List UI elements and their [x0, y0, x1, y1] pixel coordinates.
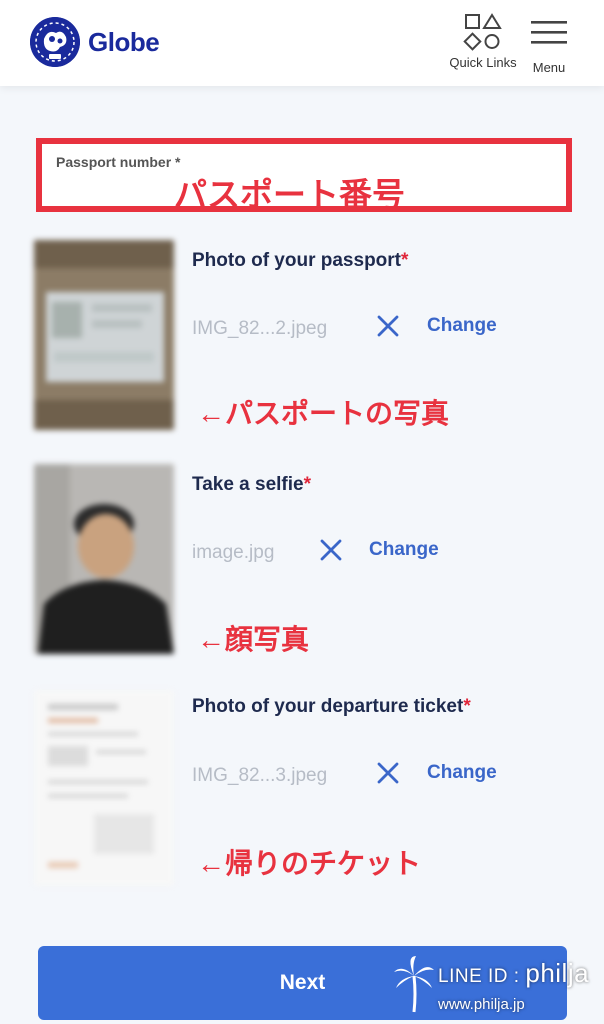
- globe-logo-icon[interactable]: [30, 17, 80, 67]
- watermark: LINE ID : philja www.philja.jp: [392, 952, 598, 1022]
- selfie-title: Take a selfie*: [192, 474, 312, 495]
- departure-ticket-title: Photo of your departure ticket*: [192, 696, 471, 717]
- remove-selfie-icon[interactable]: [318, 537, 344, 563]
- palm-tree-icon: [394, 956, 434, 1013]
- change-selfie-button[interactable]: Change: [369, 539, 439, 561]
- passport-photo-thumbnail: [34, 240, 174, 430]
- quick-links-label: Quick Links: [449, 55, 517, 70]
- passport-photo-title: Photo of your passport*: [192, 250, 409, 271]
- passport-photo-annotation: ←パスポートの写真: [197, 398, 450, 429]
- passport-number-annotation: パスポート番号: [174, 176, 405, 213]
- brand-name[interactable]: Globe: [88, 27, 160, 58]
- watermark-line-id: LINE ID : philja: [438, 958, 590, 988]
- change-passport-photo-button[interactable]: Change: [427, 315, 497, 337]
- selfie-annotation: ←顔写真: [197, 624, 310, 655]
- departure-ticket-filename: IMG_82...3.jpeg: [192, 765, 328, 786]
- quick-links-button[interactable]: Quick Links: [446, 12, 520, 74]
- menu-label: Menu: [532, 60, 566, 75]
- quick-links-icon: [463, 13, 502, 51]
- header: Globe Quick Links Menu: [0, 0, 604, 86]
- menu-button[interactable]: Menu: [525, 12, 573, 75]
- passport-number-label: Passport number *: [56, 154, 181, 170]
- departure-ticket-thumbnail: [34, 690, 174, 886]
- watermark-url: www.philja.jp: [438, 996, 525, 1013]
- remove-departure-ticket-icon[interactable]: [375, 760, 401, 786]
- selfie-thumbnail: [34, 464, 174, 654]
- remove-passport-photo-icon[interactable]: [375, 313, 401, 339]
- hamburger-menu-icon: [531, 21, 567, 44]
- change-departure-ticket-button[interactable]: Change: [427, 762, 497, 784]
- passport-number-field[interactable]: Passport number * パスポート番号: [36, 138, 572, 213]
- departure-ticket-annotation: ←帰りのチケット: [197, 848, 422, 879]
- passport-photo-filename: IMG_82...2.jpeg: [192, 318, 328, 339]
- selfie-filename: image.jpg: [192, 542, 275, 563]
